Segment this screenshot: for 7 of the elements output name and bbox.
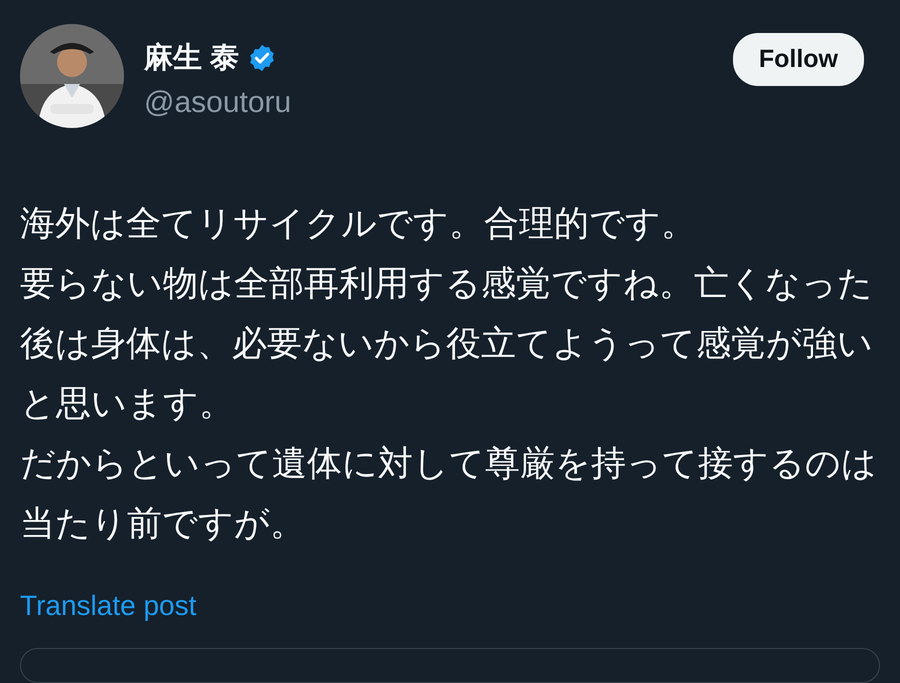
post-text: 要らない物は全部再利用する感覚ですね。亡くなった後は身体は、必要ないから役立てようって感覚が強いと思います。 [20, 263, 874, 425]
post-text: だからといって遺体に対して尊厳を持って接するのは当たり前ですが。 [20, 443, 878, 545]
follow-button[interactable]: Follow [732, 33, 864, 86]
author-name[interactable]: 麻生 泰 [144, 38, 240, 78]
post-text: 海外は全てリサイクルです。合理的です。 [20, 203, 697, 245]
translate-link[interactable]: Translate post [20, 590, 196, 622]
author-handle[interactable]: @asoutoru [144, 86, 292, 120]
